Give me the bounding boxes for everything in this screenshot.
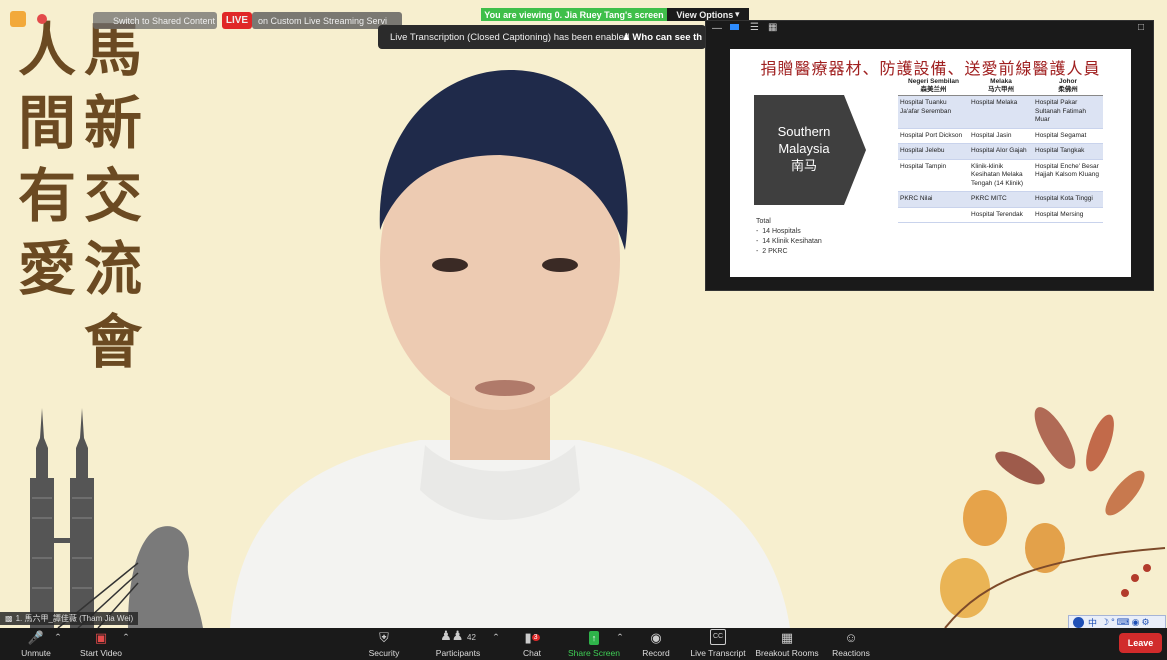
region-line: 南马 bbox=[790, 158, 817, 173]
slide-title: 捐贈醫療器材、防護設備、送愛前線醫護人員 bbox=[760, 59, 1101, 78]
total-item: - 14 Hospitals bbox=[756, 228, 801, 235]
chevron-up-icon: ˆ bbox=[617, 631, 623, 646]
breakout-rooms-button[interactable]: ▦ Breakout Rooms bbox=[754, 628, 820, 660]
column-header: Negeri Sembilan 森美兰州 bbox=[898, 77, 969, 96]
shield-icon: ⛨ bbox=[379, 630, 389, 645]
single-view-icon[interactable] bbox=[730, 24, 739, 30]
region-line: Malaysia bbox=[778, 141, 830, 156]
participant-name-tag: ▩ 1. 馬六甲_譚佳薇 (Tham Jia Wei) bbox=[0, 612, 139, 625]
start-video-label: Start Video bbox=[80, 648, 122, 658]
breakout-rooms-label: Breakout Rooms bbox=[755, 648, 819, 658]
calligraphy-char: 流 bbox=[84, 235, 143, 303]
live-transcription-notice: Live Transcription (Closed Captioning) h… bbox=[378, 25, 706, 49]
muted-mic-icon: 🎤 bbox=[27, 630, 45, 645]
hospital-table: Negeri Sembilan 森美兰州 Melaka 马六甲州 Johor 柔佛州 … bbox=[898, 77, 1103, 223]
person-icon: ♟ bbox=[622, 31, 633, 43]
record-label: Record bbox=[642, 648, 670, 658]
presentation-slide: 捐贈醫療器材、防護設備、送愛前線醫護人員 Southern Malaysia 南… bbox=[730, 49, 1131, 277]
total-item: - 2 PKRC bbox=[756, 248, 788, 255]
list-view-icon[interactable]: ☰ bbox=[750, 22, 759, 33]
share-screen-icon: ↑ bbox=[588, 631, 600, 645]
calligraphy-char: 愛 bbox=[18, 235, 77, 303]
shield-icon[interactable] bbox=[10, 11, 26, 27]
live-transcript-label: Live Transcript bbox=[690, 648, 746, 658]
minimize-icon[interactable]: — bbox=[712, 23, 722, 34]
record-icon: ◉ bbox=[650, 630, 662, 645]
viewing-text: You are viewing 0. Jia Ruey Tang's scree… bbox=[484, 9, 664, 20]
unmute-label: Unmute bbox=[21, 648, 51, 658]
calligraphy-char: 間 bbox=[18, 89, 77, 157]
chat-icon: ▮ 3 bbox=[524, 630, 540, 645]
closed-caption-icon: CC bbox=[709, 629, 727, 645]
column-header: Melaka 马六甲州 bbox=[969, 77, 1033, 96]
video-off-icon: ▣ bbox=[94, 630, 108, 645]
chevron-up-icon: ˆ bbox=[123, 631, 129, 646]
chevron-down-icon: ▾ bbox=[733, 9, 740, 19]
total-item: - 14 Klinik Kesihatan bbox=[756, 238, 822, 245]
share-options-chevron[interactable]: ˆ bbox=[614, 628, 626, 660]
participants-icon: ♟♟ 42 bbox=[440, 628, 476, 643]
table-row: Hospital Terendak Hospital Mersing bbox=[898, 207, 1103, 223]
meeting-toolbar: 🎤 Unmute ˆ ▣ Start Video ˆ ⛨ Security ♟♟… bbox=[0, 628, 1167, 660]
signal-icon: ▩ bbox=[5, 614, 13, 623]
region-line: Southern bbox=[777, 124, 831, 139]
grid-view-icon[interactable]: ▦ bbox=[768, 22, 777, 33]
who-can-see-label: Who can see th bbox=[632, 31, 703, 43]
view-options-label: View Options bbox=[676, 9, 734, 20]
video-options-chevron[interactable]: ˆ bbox=[120, 628, 132, 660]
twin-towers-illustration bbox=[30, 408, 203, 628]
total-title: Total bbox=[756, 218, 771, 225]
region-label: Southern Malaysia 南马 bbox=[754, 123, 854, 174]
participant-count: 42 bbox=[467, 633, 476, 642]
leave-button[interactable]: Leave bbox=[1119, 633, 1162, 653]
table-row: Hospital Jelebu Hospital Alor Gajah Hospit… bbox=[898, 143, 1103, 160]
record-button[interactable]: ◉ Record bbox=[638, 628, 674, 660]
reactions-button[interactable]: ☺ Reactions bbox=[830, 628, 872, 660]
participants-options-chevron[interactable]: ˆ bbox=[490, 628, 502, 660]
notice-text: Live Transcription (Closed Captioning) h… bbox=[390, 31, 630, 43]
autumn-leaves-illustration bbox=[940, 407, 1166, 628]
participant-name: 1. 馬六甲_譚佳薇 (Tham Jia Wei) bbox=[15, 614, 134, 623]
participants-button[interactable]: ♟♟ 42 Participants bbox=[430, 628, 486, 660]
table-row: Hospital Port Dickson Hospital Jasin Hospi… bbox=[898, 128, 1103, 144]
switch-to-shared-content-button[interactable]: Switch to Shared Content bbox=[93, 12, 217, 29]
calligraphy-char: 會 bbox=[84, 308, 143, 376]
calligraphy-left: 人 間 有 愛 bbox=[18, 20, 76, 312]
chat-button[interactable]: ▮ 3 Chat bbox=[514, 628, 550, 660]
chevron-up-icon: ˆ bbox=[493, 631, 499, 646]
live-badge: LIVE bbox=[222, 12, 252, 29]
breakout-rooms-icon: ▦ bbox=[780, 630, 794, 645]
live-streaming-label: on Custom Live Streaming Servi bbox=[258, 15, 388, 26]
reactions-label: Reactions bbox=[832, 648, 870, 658]
exit-fullscreen-icon[interactable]: □ bbox=[1138, 22, 1144, 33]
chat-badge: 3 bbox=[531, 634, 540, 641]
audio-options-chevron[interactable]: ˆ bbox=[52, 628, 64, 660]
who-can-see-link[interactable]: ♟ Who can see th bbox=[622, 32, 702, 43]
chevron-up-icon: ˆ bbox=[55, 631, 61, 646]
live-transcript-button[interactable]: CC Live Transcript bbox=[688, 628, 748, 660]
calligraphy-char: 有 bbox=[18, 162, 77, 230]
calligraphy-char: 新 bbox=[84, 89, 143, 157]
viewing-banner: You are viewing 0. Jia Ruey Tang's scree… bbox=[481, 8, 667, 21]
switch-label: Switch to Shared Content bbox=[113, 15, 216, 26]
shared-screen-window[interactable]: — ☰ ▦ □ 捐贈醫療器材、防護設備、送愛前線醫護人員 Southern Ma… bbox=[705, 20, 1154, 291]
calligraphy-right: 馬 新 交 流 會 bbox=[84, 20, 142, 385]
table-row: PKRC Nilai PKRC MITC Hospital Kota Tinggi bbox=[898, 191, 1103, 208]
recording-dot-icon bbox=[37, 14, 47, 24]
chat-label: Chat bbox=[523, 648, 541, 658]
security-button[interactable]: ⛨ Security bbox=[362, 628, 406, 660]
total-summary: Total - 14 Hospitals - 14 Klinik Kesihat… bbox=[756, 217, 822, 257]
ime-options-icons: ☽°⌨◉⚙ bbox=[1101, 617, 1152, 627]
security-label: Security bbox=[368, 648, 400, 658]
share-screen-label: Share Screen bbox=[568, 648, 620, 658]
column-header: Johor 柔佛州 bbox=[1033, 77, 1103, 96]
smiley-icon: ☺ bbox=[844, 630, 858, 645]
shared-screen-toolbar: — ☰ ▦ □ bbox=[706, 21, 1153, 39]
participants-label: Participants bbox=[435, 648, 481, 658]
table-row: Hospital Tuanku Ja'afar Seremban Hospital… bbox=[898, 95, 1103, 129]
ime-logo-icon bbox=[1073, 617, 1084, 628]
calligraphy-char: 交 bbox=[84, 162, 143, 230]
table-row: Hospital Tampin Klinik-klinik Kesihatan M… bbox=[898, 159, 1103, 192]
